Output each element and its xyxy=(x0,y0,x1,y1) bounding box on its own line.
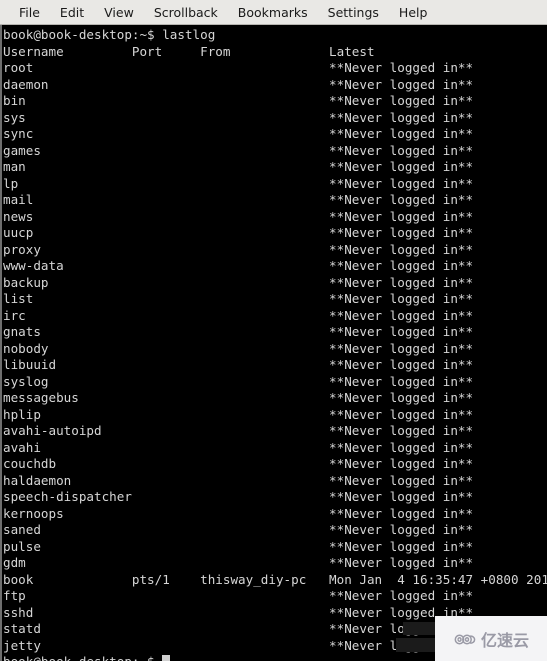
shell-prompt: book@book-desktop:~$ xyxy=(3,654,162,661)
lastlog-row: list **Never logged in** xyxy=(3,291,474,306)
lastlog-row: gnats **Never logged in** xyxy=(3,324,474,339)
lastlog-row: couchdb **Never logged in** xyxy=(3,456,474,471)
lastlog-row: libuuid **Never logged in** xyxy=(3,357,474,372)
menu-help[interactable]: Help xyxy=(390,2,437,23)
menu-edit[interactable]: Edit xyxy=(51,2,93,23)
terminal-screen[interactable]: book@book-desktop:~$ lastlog Username Por… xyxy=(0,25,547,661)
watermark: 亿速云 xyxy=(435,616,547,661)
terminal-window: File Edit View Scrollback Bookmarks Settings H… xyxy=(0,0,547,661)
menu-bar: File Edit View Scrollback Bookmarks Settings H… xyxy=(0,0,547,25)
lastlog-row: bin **Never logged in** xyxy=(3,93,474,108)
lastlog-row: haldaemon **Never logged in** xyxy=(3,472,474,488)
terminal-output: book@book-desktop:~$ lastlog Username Por… xyxy=(3,27,547,661)
scrollbar-edge[interactable] xyxy=(0,25,2,661)
lastlog-row: speech-dispatcher **Never logged in** xyxy=(3,489,474,504)
lastlog-row: uucp **Never logged in** xyxy=(3,225,474,240)
lastlog-row: ftp **Never logged in** xyxy=(3,588,474,603)
lastlog-row: pulse **Never logged in** xyxy=(3,538,474,554)
lastlog-row: www-data **Never logged in** xyxy=(3,258,474,273)
lastlog-row: avahi-autoipd **Never logged in** xyxy=(3,423,474,438)
lastlog-row: irc **Never logged in** xyxy=(3,307,474,323)
watermark-text: 亿速云 xyxy=(480,630,529,650)
lastlog-row: lp **Never logged in** xyxy=(3,175,474,191)
lastlog-row: backup **Never logged in** xyxy=(3,274,474,290)
lastlog-row: kernoops **Never logged in** xyxy=(3,505,474,521)
menu-scrollback[interactable]: Scrollback xyxy=(145,2,227,23)
lastlog-row: sys **Never logged in** xyxy=(3,109,474,125)
lastlog-row: mail **Never logged in** xyxy=(3,192,474,207)
menu-settings[interactable]: Settings xyxy=(319,2,388,23)
menu-file[interactable]: File xyxy=(10,2,49,23)
lastlog-row: hplip **Never logged in** xyxy=(3,406,474,422)
lastlog-row: avahi **Never logged in** xyxy=(3,439,474,455)
lastlog-row: messagebus **Never logged in** xyxy=(3,390,474,405)
lastlog-row: news **Never logged in** xyxy=(3,208,474,224)
lastlog-row: games **Never logged in** xyxy=(3,142,474,158)
lastlog-row: nobody **Never logged in** xyxy=(3,340,474,356)
menu-bookmarks[interactable]: Bookmarks xyxy=(229,2,317,23)
column-header-row: Username Port From Latest xyxy=(3,43,375,59)
lastlog-row: saned **Never logged in** xyxy=(3,522,474,537)
lastlog-row: man **Never logged in** xyxy=(3,159,474,174)
lastlog-row: book pts/1 thisway_diy-pc Mon Jan 4 16:3… xyxy=(3,571,547,587)
cloud-icon xyxy=(453,631,477,647)
lastlog-row: proxy **Never logged in** xyxy=(3,241,474,257)
command-line: book@book-desktop:~$ lastlog xyxy=(3,27,216,42)
lastlog-row: syslog **Never logged in** xyxy=(3,373,474,389)
lastlog-row: gdm **Never logged in** xyxy=(3,555,474,570)
lastlog-row: daemon **Never logged in** xyxy=(3,76,474,92)
lastlog-row: root **Never logged in** xyxy=(3,60,474,75)
lastlog-row: sync **Never logged in** xyxy=(3,126,474,141)
menu-view[interactable]: View xyxy=(95,2,143,23)
text-cursor xyxy=(162,655,170,661)
